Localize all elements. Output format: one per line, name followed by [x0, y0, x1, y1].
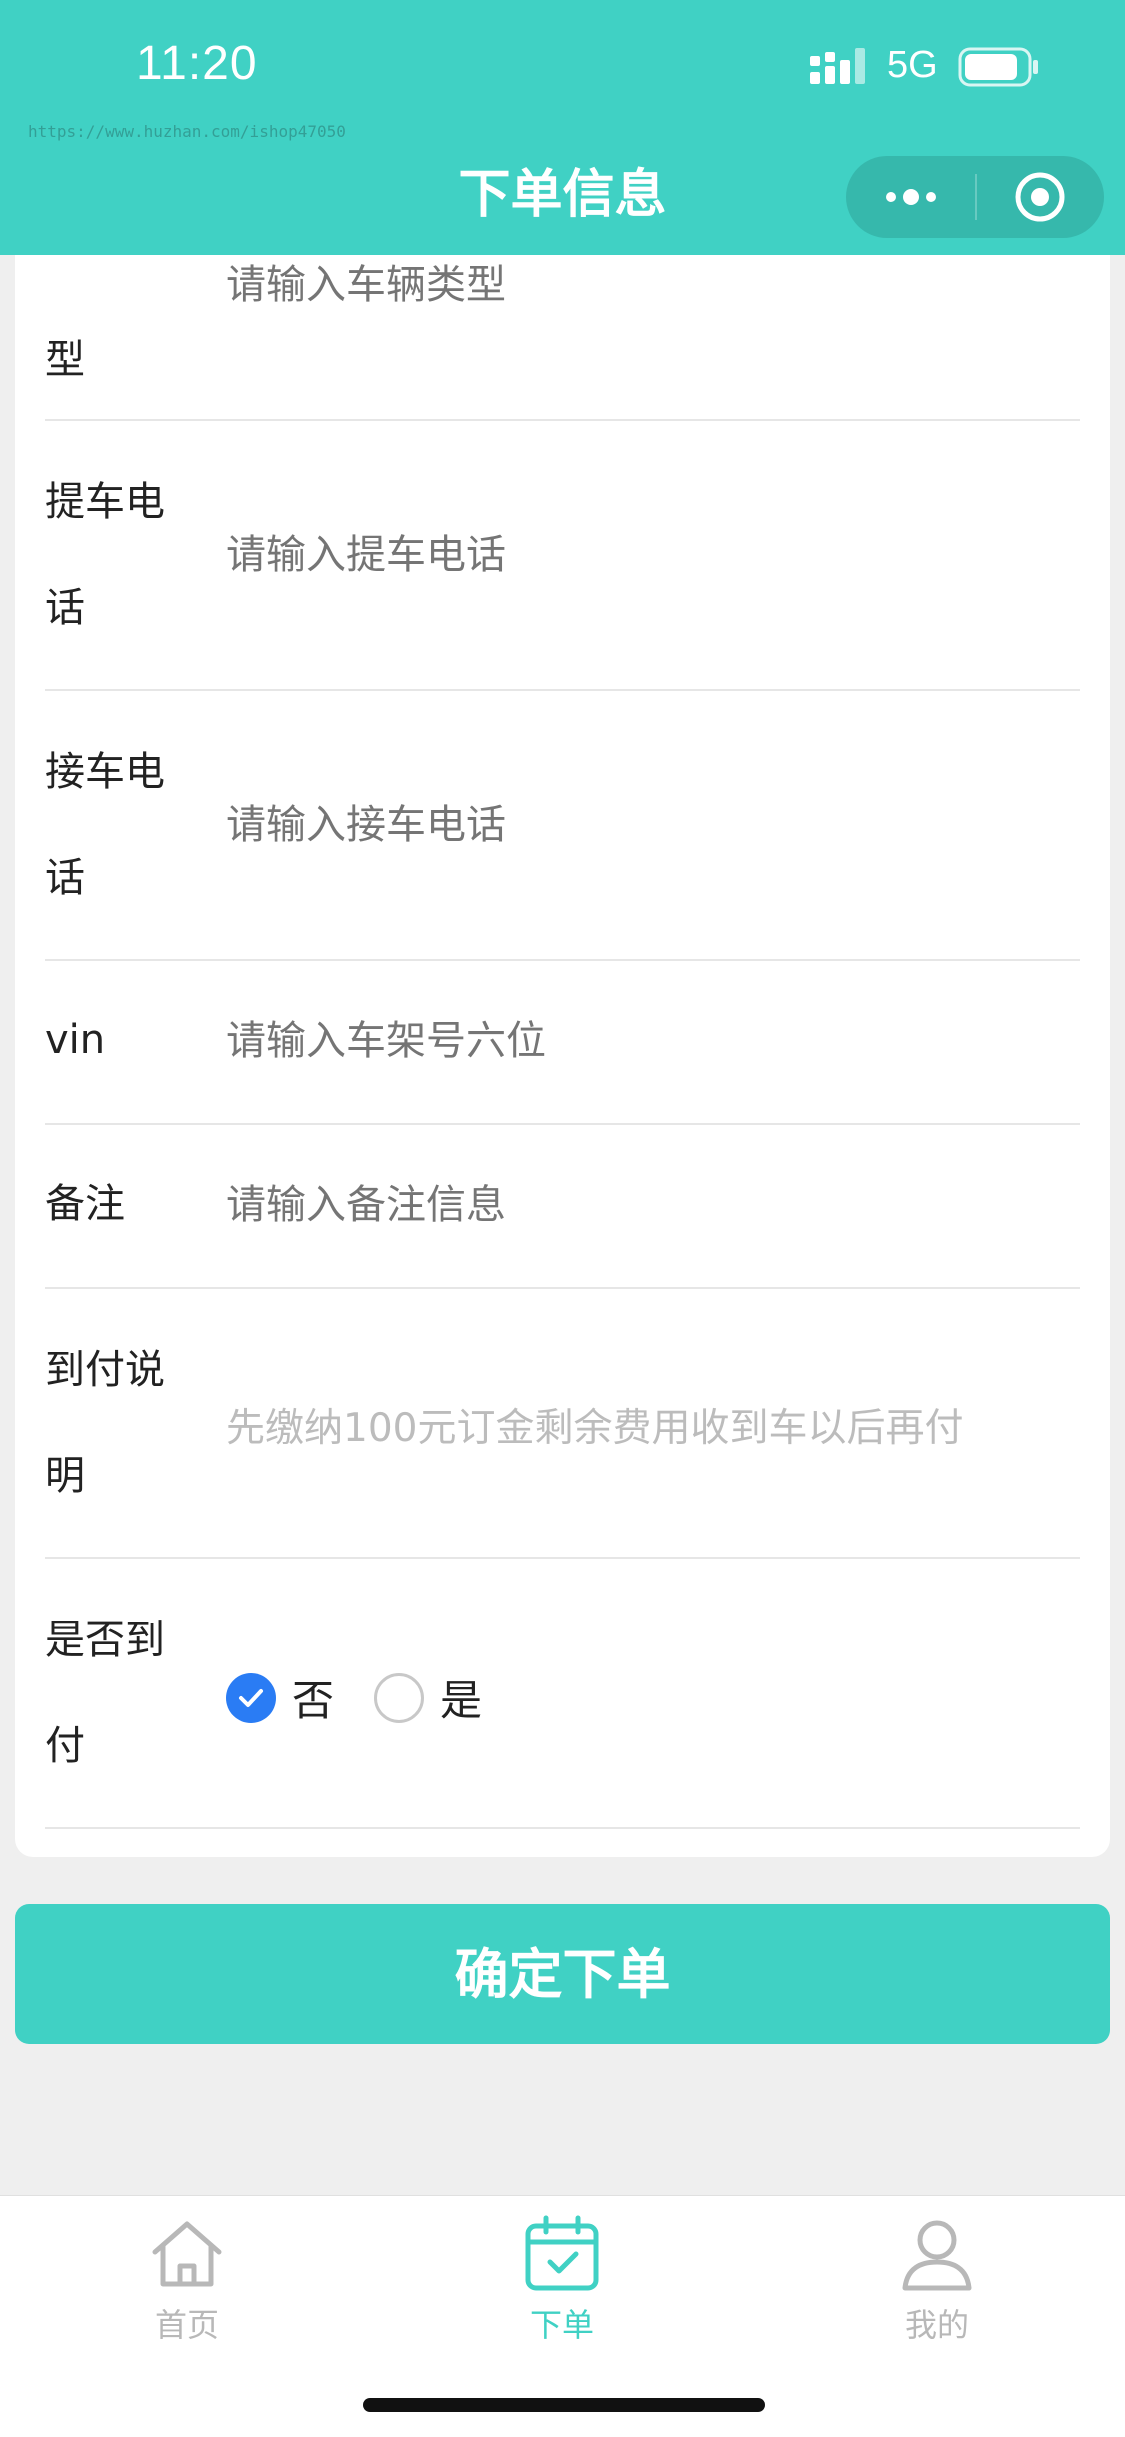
cod-choice-label: 是否到付	[45, 1617, 165, 1769]
pickup-phone-input[interactable]	[226, 519, 1026, 591]
tab-order-label: 下单	[529, 2306, 594, 2344]
home-indicator	[363, 2398, 765, 2412]
form-row-cod-choice: 是否到付 否 是	[45, 1557, 1080, 1829]
signal-icon	[810, 48, 865, 84]
battery-icon	[958, 47, 1038, 87]
radio-no[interactable]	[226, 1672, 276, 1723]
form-row-pickup-phone: 提车电话	[45, 419, 1080, 691]
radio-yes[interactable]	[374, 1672, 425, 1723]
header-bar: 11:20 5G https://www.huzhan.com/ishop470…	[0, 0, 1125, 255]
pickup-phone-label: 提车电话	[45, 479, 165, 631]
tab-home-label: 首页	[154, 2306, 219, 2344]
form-row-cod-note: 到付说明 先缴纳100元订金剩余费用收到车以后再付	[45, 1287, 1080, 1559]
vehicle-type-input[interactable]	[226, 255, 1026, 321]
vin-label: vin	[45, 1017, 106, 1063]
tab-mine[interactable]: 我的	[837, 2214, 1037, 2346]
network-label: 5G	[887, 44, 938, 86]
target-icon	[1015, 172, 1064, 222]
more-button[interactable]	[846, 156, 975, 238]
tab-mine-label: 我的	[904, 2306, 969, 2344]
cod-radio-group: 否 是	[226, 1667, 522, 1728]
form-row-remark: 备注	[45, 1123, 1080, 1289]
calendar-check-icon	[525, 2215, 599, 2291]
tab-order[interactable]: 下单	[462, 2214, 662, 2346]
submit-order-button[interactable]: 确定下单	[15, 1904, 1110, 2044]
vehicle-type-label: 型	[45, 337, 85, 383]
cod-note-value: 先缴纳100元订金剩余费用收到车以后再付	[226, 1406, 964, 1451]
receive-phone-input[interactable]	[226, 789, 1026, 861]
vin-input[interactable]	[226, 1005, 1026, 1077]
watermark: https://www.huzhan.com/ishop47050	[28, 122, 346, 141]
form-row-vin: vin	[45, 959, 1080, 1125]
radio-yes-label[interactable]: 是	[440, 1667, 482, 1728]
capsule-divider	[975, 174, 977, 220]
more-dots-icon	[885, 189, 936, 205]
tab-home[interactable]: 首页	[87, 2214, 287, 2346]
receive-phone-label: 接车电话	[45, 749, 165, 901]
order-form-card: 型 提车电话 接车电话 vin 备注 到付说明 先缴纳100元订金剩余费用收到车…	[15, 255, 1110, 1857]
checkmark-icon	[239, 1688, 263, 1707]
status-time: 11:20	[136, 37, 258, 90]
cod-note-label: 到付说明	[45, 1347, 165, 1499]
radio-no-label[interactable]: 否	[292, 1667, 334, 1728]
user-icon	[902, 2220, 972, 2291]
form-row-vehicle-type: 型	[45, 255, 1080, 421]
form-row-receive-phone: 接车电话	[45, 689, 1080, 961]
close-button[interactable]	[975, 156, 1104, 238]
remark-label: 备注	[45, 1181, 125, 1227]
remark-input[interactable]	[226, 1169, 1026, 1241]
miniprogram-capsule	[846, 156, 1104, 238]
home-icon	[152, 2221, 222, 2287]
